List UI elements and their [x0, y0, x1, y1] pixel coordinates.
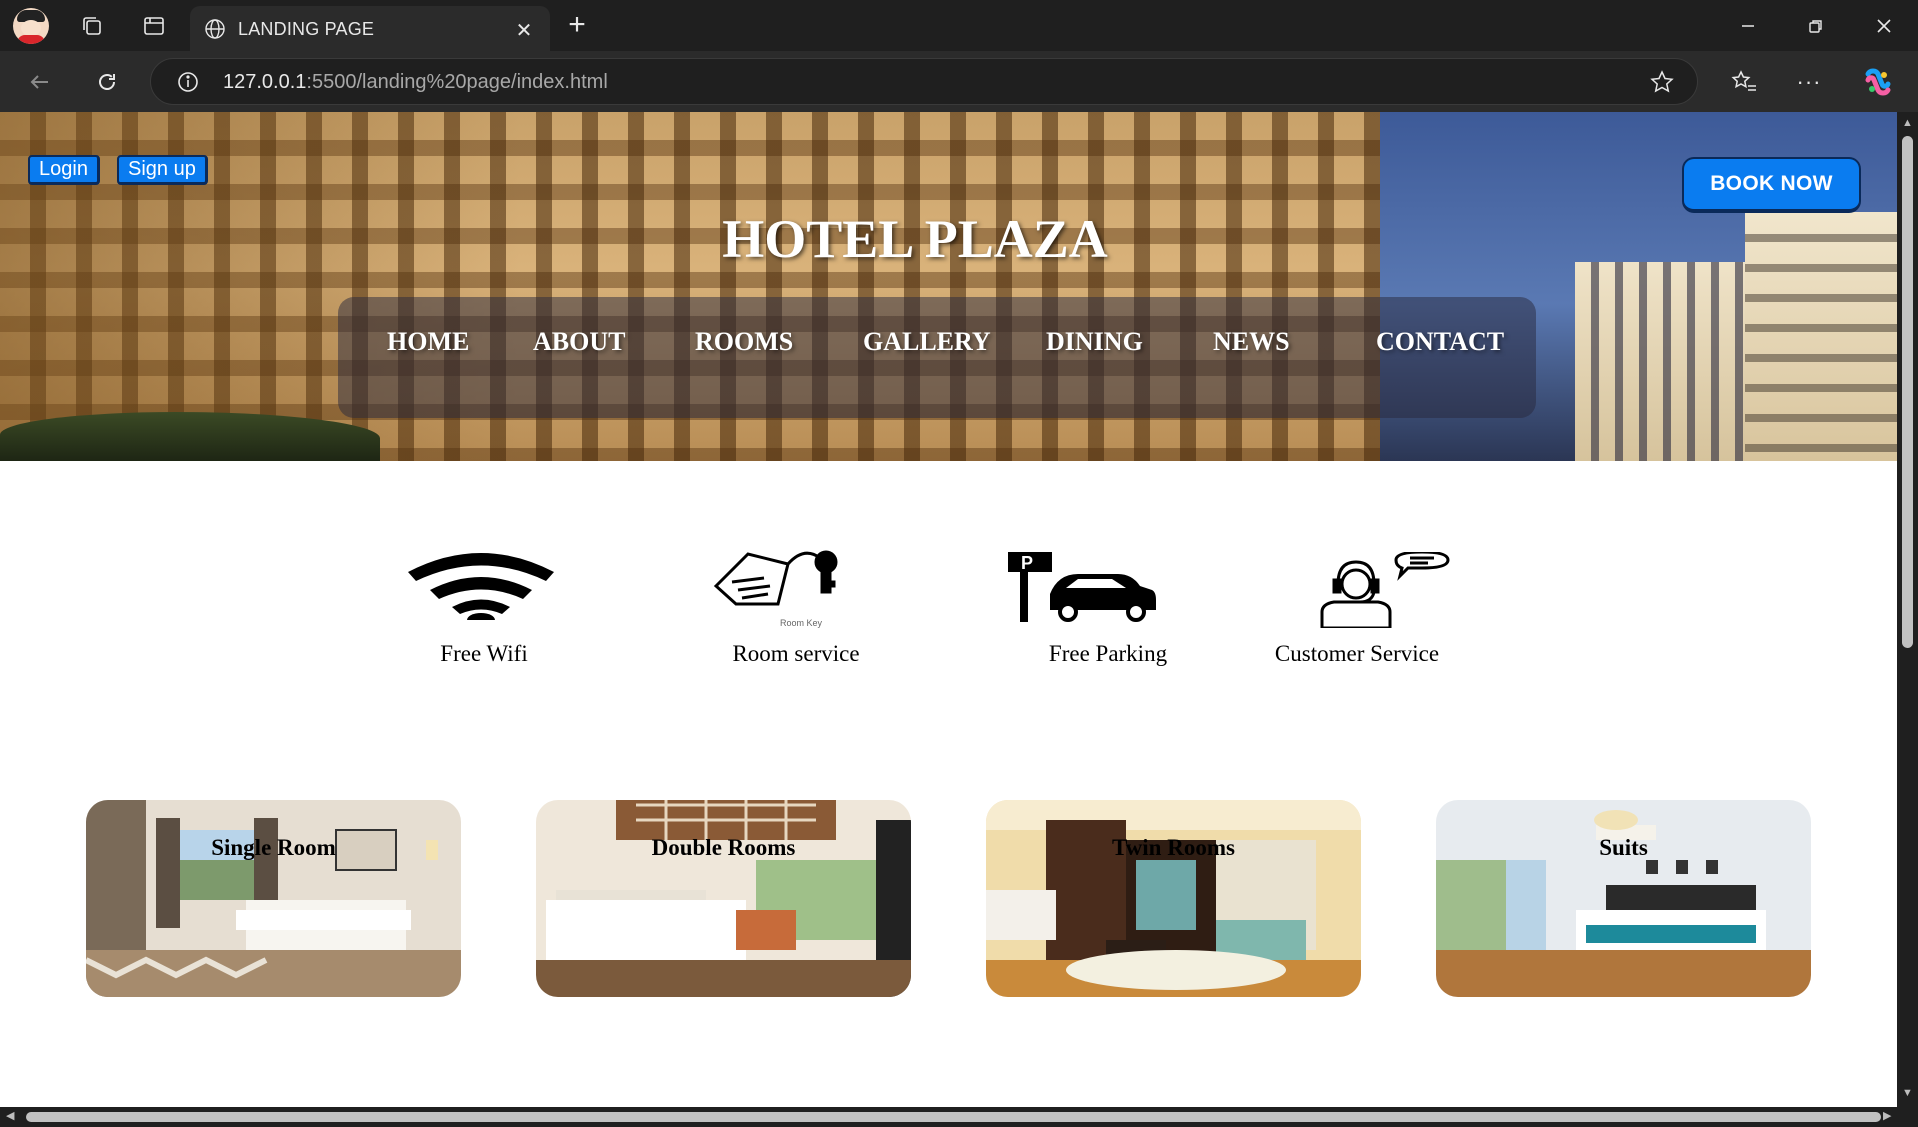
url-host: 127.0.0.1	[223, 71, 307, 93]
room-label-suits: Suits	[1599, 835, 1648, 860]
nav-gallery[interactable]: GALLERY	[863, 327, 991, 357]
room-key-icon: Room Key	[708, 542, 878, 628]
close-tab-icon[interactable]: ✕	[512, 18, 536, 42]
restore-icon[interactable]	[1786, 0, 1846, 51]
tab-actions-icon[interactable]	[140, 12, 168, 40]
horizontal-scrollbar[interactable]: ◀ ▶	[0, 1107, 1918, 1127]
nav-home[interactable]: HOME	[387, 327, 469, 357]
nav-dining[interactable]: DINING	[1046, 327, 1143, 357]
feature-label-room-service: Room service	[732, 641, 860, 666]
url-text[interactable]: 127.0.0.1:5500/landing%20page/index.html	[223, 71, 608, 94]
hero-banner: Login Sign up BOOK NOW HOTEL PLAZA HOME …	[0, 112, 1897, 461]
signup-button[interactable]: Sign up	[117, 155, 208, 185]
book-now-button[interactable]: BOOK NOW	[1682, 157, 1861, 213]
room-label-double: Double Rooms	[651, 835, 796, 860]
trees-image	[0, 412, 380, 461]
nav-contact[interactable]: CONTACT	[1376, 327, 1504, 357]
svg-text:P: P	[1021, 553, 1033, 573]
vertical-scrollbar[interactable]: ▲ ▼	[1897, 112, 1918, 1107]
browser-titlebar: LANDING PAGE ✕ +	[0, 0, 1918, 51]
scroll-up-icon[interactable]: ▲	[1902, 118, 1913, 129]
room-label-single: Single Room	[211, 835, 336, 860]
browser-toolbar: 127.0.0.1:5500/landing%20page/index.html…	[0, 51, 1918, 112]
horizontal-scroll-thumb[interactable]	[26, 1112, 1881, 1122]
globe-icon	[203, 17, 227, 41]
workspaces-icon[interactable]	[78, 12, 106, 40]
single-room-image[interactable]	[86, 800, 461, 997]
room-label-twin: Twin Rooms	[1112, 835, 1235, 860]
nav-about[interactable]: ABOUT	[533, 327, 625, 357]
refresh-icon[interactable]	[91, 66, 123, 98]
parking-icon: P	[1008, 552, 1156, 622]
minimize-icon[interactable]	[1718, 0, 1778, 51]
favorites-icon[interactable]	[1728, 66, 1760, 98]
main-nav: HOME ABOUT ROOMS GALLERY DINING NEWS CON…	[338, 297, 1536, 418]
site-info-icon[interactable]	[175, 69, 201, 95]
feature-label-parking: Free Parking	[1048, 641, 1168, 666]
twin-room-image[interactable]	[986, 800, 1361, 997]
tab-landing-page[interactable]: LANDING PAGE ✕	[190, 6, 550, 51]
nav-rooms[interactable]: ROOMS	[695, 327, 793, 357]
suite-room-image[interactable]	[1436, 800, 1811, 997]
close-window-icon[interactable]	[1854, 0, 1914, 51]
nav-news[interactable]: NEWS	[1213, 327, 1290, 357]
scroll-down-icon[interactable]: ▼	[1902, 1088, 1913, 1099]
vertical-scroll-thumb[interactable]	[1902, 136, 1913, 648]
feature-label-customer-service: Customer Service	[1274, 641, 1440, 666]
profile-avatar[interactable]	[13, 8, 49, 44]
page-title: HOTEL PLAZA	[722, 209, 1108, 269]
more-menu-icon[interactable]: ···	[1793, 66, 1825, 98]
double-room-image[interactable]	[536, 800, 911, 997]
tab-title: LANDING PAGE	[238, 19, 375, 39]
address-bar[interactable]: 127.0.0.1:5500/landing%20page/index.html	[150, 58, 1698, 105]
scroll-right-icon[interactable]: ▶	[1883, 1111, 1891, 1122]
new-tab-icon[interactable]: +	[562, 8, 592, 41]
back-icon[interactable]	[24, 66, 56, 98]
headset-icon	[1312, 550, 1452, 630]
copilot-icon[interactable]	[1860, 64, 1896, 100]
scroll-left-icon[interactable]: ◀	[6, 1111, 14, 1122]
page-viewport: Login Sign up BOOK NOW HOTEL PLAZA HOME …	[0, 112, 1897, 1107]
url-path: :5500/landing%20page/index.html	[306, 71, 608, 93]
favorite-star-icon[interactable]	[1649, 69, 1675, 95]
login-button[interactable]: Login	[28, 155, 100, 185]
room-key-caption: Room Key	[780, 618, 823, 628]
wifi-icon	[408, 550, 554, 627]
feature-label-wifi: Free Wifi	[440, 641, 528, 666]
